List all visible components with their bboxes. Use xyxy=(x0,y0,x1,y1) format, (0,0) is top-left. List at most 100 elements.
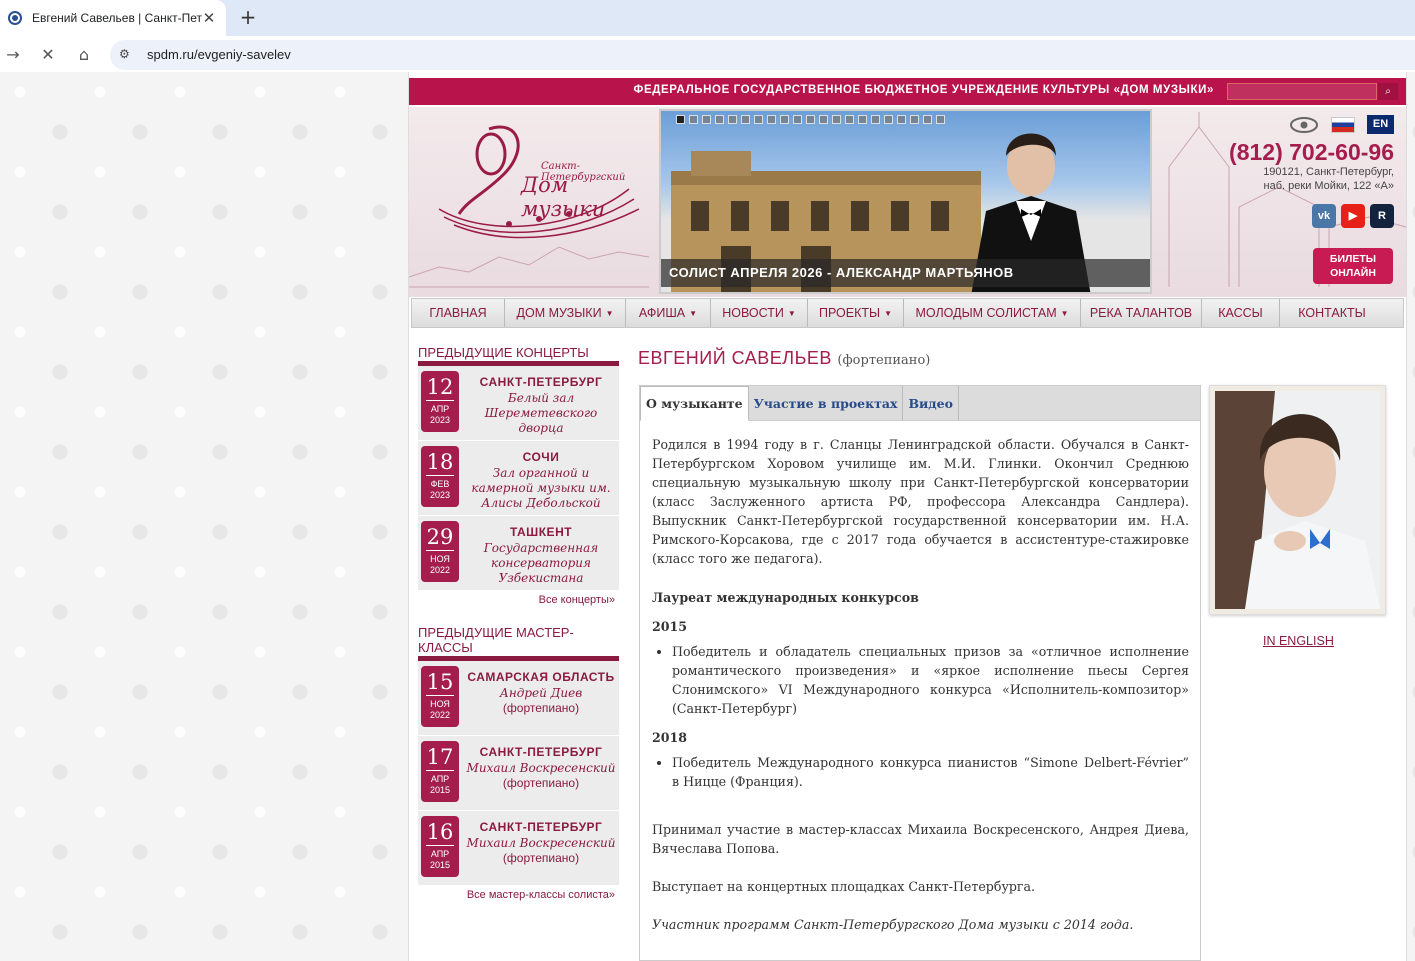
event-month: ФЕВ xyxy=(430,479,450,489)
banner-dot[interactable] xyxy=(728,115,737,124)
banner-dot[interactable] xyxy=(832,115,841,124)
tab-1[interactable]: Участие в проектах xyxy=(749,386,904,420)
date-badge: 17 АПР 2015 xyxy=(421,741,459,802)
event-item[interactable]: 15 НОЯ 2022 САМАРСКАЯ ОБЛАСТЬ Андрей Диев (фо… xyxy=(418,661,619,736)
nav-item-label: ДОМ МУЗЫКИ xyxy=(516,306,602,320)
hero-banner[interactable]: СОЛИСТ АПРЕЛЯ 2026 - АЛЕКСАНДР МАРТЬЯНОВ xyxy=(659,109,1152,294)
event-venue: Белый зал Шереметевского дворца xyxy=(464,391,618,436)
award-item: Победитель и обладатель специальных приз… xyxy=(672,642,1189,718)
banner-dot[interactable] xyxy=(871,115,880,124)
event-item[interactable]: 18 ФЕВ 2023 СОЧИ Зал органной и камерной муз… xyxy=(418,441,619,516)
banner-dot[interactable] xyxy=(923,115,932,124)
banner-dot[interactable] xyxy=(884,115,893,124)
all-concerts-link[interactable]: Все концерты» xyxy=(418,591,619,611)
event-city: САМАРСКАЯ ОБЛАСТЬ xyxy=(467,670,615,684)
search-input[interactable] xyxy=(1227,83,1377,100)
favicon-icon xyxy=(8,11,22,25)
event-month: АПР xyxy=(430,774,450,784)
banner-dot[interactable] xyxy=(754,115,763,124)
nav-item-label: МОЛОДЫМ СОЛИСТАМ xyxy=(915,306,1057,320)
banner-dot[interactable] xyxy=(702,115,711,124)
banner-dot[interactable] xyxy=(741,115,750,124)
nav-item[interactable]: РЕКА ТАЛАНТОВ xyxy=(1081,299,1202,327)
tickets-online-button[interactable]: БИЛЕТЫ ОНЛАЙН xyxy=(1313,248,1393,284)
event-venue: Андрей Диев (фортепиано) xyxy=(464,686,618,716)
address-bar[interactable]: ⚙ spdm.ru/evgeniy-savelev xyxy=(110,40,1415,70)
top-strip: ФЕДЕРАЛЬНОЕ ГОСУДАРСТВЕННОЕ БЮДЖЕТНОЕ УЧ… xyxy=(409,78,1406,105)
banner-dot[interactable] xyxy=(715,115,724,124)
banner-dot[interactable] xyxy=(806,115,815,124)
eye-icon[interactable] xyxy=(1289,116,1319,134)
event-item[interactable]: 29 НОЯ 2022 ТАШКЕНТ Государственная консерва… xyxy=(418,516,619,591)
site-header: Санкт-Петербургский Дом музыки СОЛИСТ АП… xyxy=(409,107,1406,297)
event-day: 16 xyxy=(426,816,454,846)
nav-item-label: КОНТАКТЫ xyxy=(1298,306,1366,320)
banner-dot[interactable] xyxy=(767,115,776,124)
banner-dot[interactable] xyxy=(936,115,945,124)
event-item[interactable]: 12 АПР 2023 САНКТ-ПЕТЕРБУРГ Белый зал Шереме… xyxy=(418,366,619,441)
event-city: СОЧИ xyxy=(522,450,560,464)
site-info-icon[interactable]: ⚙ xyxy=(119,47,130,61)
award-item: Победитель Международного конкурса пиани… xyxy=(672,753,1189,791)
site-logo[interactable]: Санкт-Петербургский Дом музыки xyxy=(429,119,659,244)
home-icon[interactable]: ⌂ xyxy=(73,44,95,66)
musician-instrument: (фортепиано) xyxy=(837,353,931,368)
musician-name: ЕВГЕНИЙ САВЕЛЬЕВ xyxy=(638,348,832,368)
russian-flag-icon[interactable] xyxy=(1331,117,1355,133)
event-venue: Михаил Воскресенский (фортепиано) xyxy=(464,836,618,866)
banner-dot[interactable] xyxy=(689,115,698,124)
banner-dot[interactable] xyxy=(676,115,685,124)
banner-dot[interactable] xyxy=(793,115,802,124)
nav-item-label: КАССЫ xyxy=(1218,306,1263,320)
banner-dot[interactable] xyxy=(858,115,867,124)
search-icon[interactable]: ⌕ xyxy=(1378,83,1398,100)
event-item[interactable]: 17 АПР 2015 САНКТ-ПЕТЕРБУРГ Михаил Воскресен… xyxy=(418,736,619,811)
address-line: наб. реки Мойки, 122 «А» xyxy=(1263,180,1394,192)
nav-item[interactable]: НОВОСТИ ▼ xyxy=(711,299,808,327)
youtube-icon[interactable]: ▶ xyxy=(1341,204,1365,228)
nav-item[interactable]: КАССЫ xyxy=(1202,299,1280,327)
banner-dot[interactable] xyxy=(897,115,906,124)
award-year: 2018 xyxy=(652,730,688,745)
browser-tab[interactable]: Евгений Савельев | Санкт-Петербургский Д… xyxy=(0,0,226,36)
event-year: 2022 xyxy=(429,565,451,575)
nav-item-label: ПРОЕКТЫ xyxy=(818,306,881,320)
event-venue: Государственная консерватория Узбекистан… xyxy=(464,541,618,586)
nav-item[interactable]: ГЛАВНАЯ xyxy=(412,299,505,327)
vk-icon[interactable]: vk xyxy=(1312,204,1336,228)
tab-2[interactable]: Видео xyxy=(903,386,959,420)
banner-dot[interactable] xyxy=(845,115,854,124)
rutube-icon[interactable]: R xyxy=(1370,204,1394,228)
in-english-link[interactable]: IN ENGLISH xyxy=(1263,634,1334,648)
new-tab-button[interactable]: + xyxy=(237,5,259,29)
banner-dot[interactable] xyxy=(780,115,789,124)
address-line: 190121, Санкт-Петербург, xyxy=(1263,166,1394,178)
previous-masterclasses-heading: ПРЕДЫДУЩИЕ МАСТЕР-КЛАССЫ xyxy=(418,625,619,661)
nav-item-label: НОВОСТИ xyxy=(722,306,784,320)
tab-0[interactable]: О музыканте xyxy=(640,386,749,421)
concert-list: 12 АПР 2023 САНКТ-ПЕТЕРБУРГ Белый зал Шереме… xyxy=(418,366,619,591)
masterclasses-paragraph: Принимал участие в мастер-классах Михаил… xyxy=(652,822,1189,856)
english-language-button[interactable]: EN xyxy=(1367,115,1394,134)
nav-item[interactable]: АФИША ▼ xyxy=(626,299,711,327)
event-item[interactable]: 16 АПР 2015 САНКТ-ПЕТЕРБУРГ Михаил Воскресен… xyxy=(418,811,619,886)
institution-title: ФЕДЕРАЛЬНОЕ ГОСУДАРСТВЕННОЕ БЮДЖЕТНОЕ УЧ… xyxy=(633,84,1214,96)
event-venue-text: Государственная консерватория Узбекистан… xyxy=(483,541,599,585)
close-tab-icon[interactable]: ✕ xyxy=(200,9,218,27)
forward-icon[interactable]: → xyxy=(2,44,24,66)
event-year: 2022 xyxy=(429,710,451,720)
phone-number[interactable]: (812) 702-60-96 xyxy=(1229,139,1394,166)
musician-photo xyxy=(1215,391,1380,609)
all-masterclasses-link[interactable]: Все мастер-классы солиста» xyxy=(418,886,619,906)
nav-item[interactable]: МОЛОДЫМ СОЛИСТАМ ▼ xyxy=(904,299,1081,327)
stop-loading-icon[interactable]: ✕ xyxy=(37,44,59,66)
nav-item[interactable]: КОНТАКТЫ xyxy=(1280,299,1384,327)
event-year: 2023 xyxy=(429,490,451,500)
logo-title: Дом музыки xyxy=(521,173,606,221)
banner-dot[interactable] xyxy=(910,115,919,124)
nav-item[interactable]: ДОМ МУЗЫКИ ▼ xyxy=(505,299,626,327)
nav-item[interactable]: ПРОЕКТЫ ▼ xyxy=(808,299,904,327)
banner-dot[interactable] xyxy=(819,115,828,124)
event-city: САНКТ-ПЕТЕРБУРГ xyxy=(479,820,603,834)
url-text[interactable]: spdm.ru/evgeniy-savelev xyxy=(147,47,291,62)
